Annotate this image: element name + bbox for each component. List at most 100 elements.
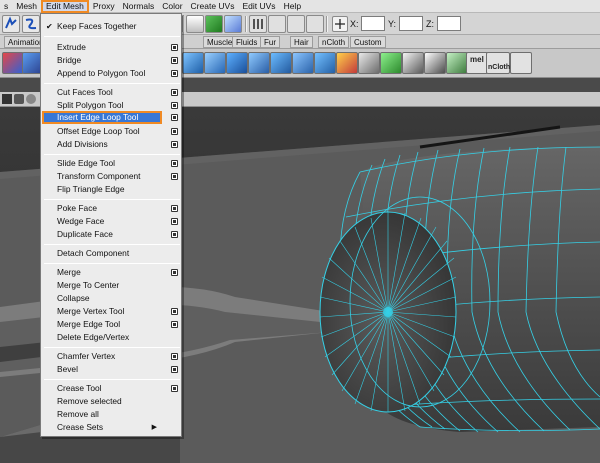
snap-grid-icon[interactable] — [249, 15, 267, 33]
poly-split-icon[interactable] — [248, 52, 270, 74]
menu-item-delete-edge-vertex[interactable]: Delete Edge/Vertex — [41, 331, 181, 344]
mel-label: mel — [470, 55, 484, 64]
grid-icon[interactable] — [446, 52, 468, 74]
menu-item-merge-to-center[interactable]: Merge To Center — [41, 279, 181, 292]
select-by-object-icon[interactable] — [205, 15, 223, 33]
menu-edit-uvs[interactable]: Edit UVs — [238, 0, 279, 13]
menu-color[interactable]: Color — [158, 0, 186, 13]
tab-fluids[interactable]: Fluids — [232, 36, 262, 48]
lasso-icon[interactable] — [2, 15, 20, 33]
snap-point-icon[interactable] — [287, 15, 305, 33]
menu-proxy[interactable]: Proxy — [89, 0, 119, 13]
poly-bevel-icon[interactable] — [270, 52, 292, 74]
menu-item-append-to-polygon-tool[interactable]: Append to Polygon Tool — [41, 67, 181, 80]
input-mode-icon[interactable] — [332, 16, 348, 32]
insert-edge-loop-option-box-icon[interactable] — [171, 114, 178, 121]
menu-item-transform-component[interactable]: Transform Component — [41, 170, 181, 183]
menu-item-merge-vertex-tool[interactable]: Merge Vertex Tool — [41, 305, 181, 318]
menu-item-insert-edge-loop-tool[interactable]: Insert Edge Loop Tool — [42, 111, 162, 124]
menu-item-bevel[interactable]: Bevel — [41, 363, 181, 376]
option-box-icon[interactable] — [171, 173, 178, 180]
shading-icon[interactable] — [14, 94, 24, 104]
menu-item-poke-face[interactable]: Poke Face — [41, 202, 181, 215]
menu-divider — [44, 83, 180, 84]
lighting-icon[interactable] — [26, 94, 36, 104]
mel-script-icon[interactable] — [510, 52, 532, 74]
option-box-icon[interactable] — [171, 205, 178, 212]
option-box-icon[interactable] — [171, 269, 178, 276]
snap-view-icon[interactable] — [306, 15, 324, 33]
status-separator — [182, 16, 184, 32]
menu-item-offset-edge-loop-tool[interactable]: Offset Edge Loop Tool — [41, 125, 181, 138]
menu-item-keep-faces-together[interactable]: ✔ Keep Faces Together — [41, 20, 181, 33]
select-by-component-icon[interactable] — [224, 15, 242, 33]
y-field[interactable] — [399, 16, 423, 31]
option-box-icon[interactable] — [171, 366, 178, 373]
menu-item-slide-edge-tool[interactable]: Slide Edge Tool — [41, 157, 181, 170]
poly-smooth-icon[interactable] — [336, 52, 358, 74]
soft-select-icon[interactable] — [358, 52, 380, 74]
select-by-hierarchy-icon[interactable] — [186, 15, 204, 33]
poly-poke-icon[interactable] — [314, 52, 336, 74]
menu-mesh[interactable]: Mesh — [12, 0, 41, 13]
menu-item-crease-tool[interactable]: Crease Tool — [41, 382, 181, 395]
menu-item-add-divisions[interactable]: Add Divisions — [41, 138, 181, 151]
option-box-icon[interactable] — [171, 218, 178, 225]
menu-divider — [44, 36, 180, 37]
poly-combine-icon[interactable] — [2, 52, 24, 74]
option-box-icon[interactable] — [171, 70, 178, 77]
menu-item-merge-edge-tool[interactable]: Merge Edge Tool — [41, 318, 181, 331]
option-box-icon[interactable] — [171, 57, 178, 64]
menu-item-chamfer-vertex[interactable]: Chamfer Vertex — [41, 350, 181, 363]
poly-wedge-icon[interactable] — [292, 52, 314, 74]
menu-item-remove-all[interactable]: Remove all — [41, 408, 181, 421]
ncloth-icon[interactable]: nCloth — [486, 52, 510, 74]
menu-create-uvs[interactable]: Create UVs — [187, 0, 239, 13]
menu-item-collapse[interactable]: Collapse — [41, 292, 181, 305]
option-box-icon[interactable] — [171, 102, 178, 109]
menu-item-duplicate-face[interactable]: Duplicate Face — [41, 228, 181, 241]
menu-item-bridge[interactable]: Bridge — [41, 54, 181, 67]
menu-item-merge[interactable]: Merge — [41, 266, 181, 279]
option-box-icon[interactable] — [171, 308, 178, 315]
option-box-icon[interactable] — [171, 89, 178, 96]
option-box-icon[interactable] — [171, 128, 178, 135]
option-box-icon[interactable] — [171, 353, 178, 360]
paint-select-icon[interactable] — [22, 15, 40, 33]
option-box-icon[interactable] — [171, 231, 178, 238]
option-box-icon[interactable] — [171, 385, 178, 392]
x-field[interactable] — [361, 16, 385, 31]
checker-icon[interactable] — [402, 52, 424, 74]
tab-fur[interactable]: Fur — [260, 36, 280, 48]
option-box-icon[interactable] — [171, 141, 178, 148]
option-box-icon[interactable] — [171, 321, 178, 328]
tab-custom[interactable]: Custom — [350, 36, 386, 48]
checker-map-icon[interactable] — [424, 52, 446, 74]
menu-normals[interactable]: Normals — [119, 0, 159, 13]
option-box-icon[interactable] — [171, 44, 178, 51]
uv-editor-icon[interactable] — [380, 52, 402, 74]
menu-help[interactable]: Help — [280, 0, 305, 13]
poly-bridge-icon[interactable] — [204, 52, 226, 74]
poly-extrude-icon[interactable] — [182, 52, 204, 74]
mel-icon[interactable]: mel — [466, 52, 488, 74]
z-field[interactable] — [437, 16, 461, 31]
menu-s[interactable]: s — [0, 0, 12, 13]
menu-item-remove-selected[interactable]: Remove selected — [41, 395, 181, 408]
edit-mesh-menu: ✔ Keep Faces Together Extrude Bridge App… — [40, 13, 182, 437]
menu-divider — [44, 263, 180, 264]
x-label: X: — [350, 19, 359, 29]
menu-item-extrude[interactable]: Extrude — [41, 41, 181, 54]
menu-item-detach-component[interactable]: Detach Component — [41, 247, 181, 260]
tab-ncloth[interactable]: nCloth — [318, 36, 350, 48]
menu-item-cut-faces-tool[interactable]: Cut Faces Tool — [41, 86, 181, 99]
option-box-icon[interactable] — [171, 160, 178, 167]
menu-edit-mesh[interactable]: Edit Mesh — [41, 0, 89, 13]
menu-item-crease-sets[interactable]: Crease Sets ▶ — [41, 421, 181, 434]
menu-item-wedge-face[interactable]: Wedge Face — [41, 215, 181, 228]
camera-icon[interactable] — [2, 94, 12, 104]
poly-append-icon[interactable] — [226, 52, 248, 74]
snap-curve-icon[interactable] — [268, 15, 286, 33]
menu-item-flip-triangle-edge[interactable]: Flip Triangle Edge — [41, 183, 181, 196]
tab-hair[interactable]: Hair — [290, 36, 313, 48]
